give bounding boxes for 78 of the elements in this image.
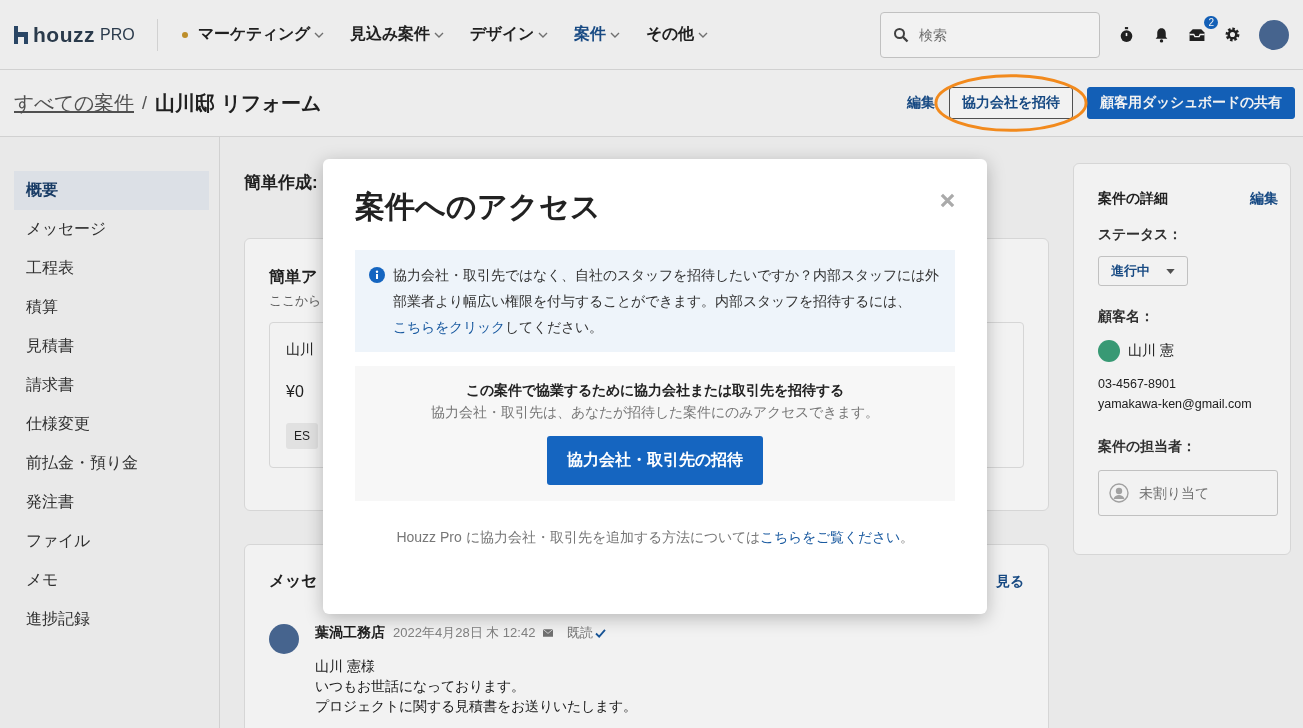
help-link[interactable]: こちらをご覧ください (759, 529, 900, 545)
search-field[interactable]: 検索 (880, 11, 1100, 58)
card-subtitle: ここから (269, 292, 321, 310)
staff-invite-link[interactable]: こちらをクリック (393, 319, 505, 335)
share-dashboard-button[interactable]: 顧客用ダッシュボードの共有 (1087, 87, 1295, 119)
edit-link[interactable]: 編集 (907, 94, 935, 112)
nav-menu-item[interactable]: その他 (645, 24, 708, 45)
invite-description: 協力会社・取引先は、あなたが招待した案件にのみアクセスできます。 (431, 404, 879, 422)
logo[interactable]: houzz PRO (14, 18, 158, 51)
invite-button[interactable]: 協力会社を招待 (949, 87, 1073, 119)
email-address: yamakawa-ken@gmail.com (1098, 396, 1253, 413)
sender-name: 葉渦工務店 (315, 624, 385, 642)
sidebar-item[interactable]: 進捗記録 (14, 600, 209, 639)
settings-icon[interactable] (1224, 26, 1241, 43)
person-icon (1109, 483, 1129, 503)
amount-text: ¥0 (286, 383, 304, 401)
message-text: いつもお世話になっております。 (315, 677, 526, 696)
inbox-icon[interactable] (1188, 26, 1206, 43)
info-text: 協力会社・取引先ではなく、自社のスタッフを招待したいですか？内部スタッフには外部業者より幅広い権限を付与することができます。内部スタッフを招待するには、 こちらをクリック してください。 (393, 266, 940, 337)
card-title: メッセ (269, 571, 317, 591)
edit-link[interactable]: 編集 (1250, 190, 1278, 208)
nav-menu-item[interactable]: デザイン (469, 24, 548, 45)
breadcrumb-separator: / (142, 92, 147, 114)
sidebar-item[interactable]: ファイル (14, 522, 209, 561)
invite-partner-button[interactable]: 協力会社・取引先の招待 (547, 436, 763, 485)
panel-title: 案件の詳細 (1098, 190, 1168, 208)
sidebar-item[interactable]: 発注書 (14, 483, 209, 522)
search-input[interactable]: 検索 (917, 25, 1071, 44)
message-text: 山川 憲様 (315, 657, 376, 676)
nav-menu-item[interactable]: 案件 (573, 24, 620, 45)
project-name: 山川 (286, 341, 314, 359)
card-title: 簡単ア (269, 267, 317, 287)
bell-icon[interactable] (1153, 26, 1170, 43)
chevron-down-icon (609, 31, 620, 38)
message-date: 2022年4月28日 木 12:42 (393, 624, 536, 642)
read-status: 既読 (567, 624, 594, 642)
envelope-icon (543, 629, 554, 637)
help-text: Houzz Pro に協力会社・取引先を追加する方法については こちらをご覧ください。 (395, 529, 915, 547)
status-dropdown[interactable]: 進行中 (1098, 256, 1188, 286)
field-label: 案件の担当者： (1098, 438, 1197, 456)
chevron-down-icon (433, 31, 444, 38)
search-icon (893, 26, 909, 43)
nav-menu-item[interactable]: マーケティング (181, 24, 324, 45)
view-link[interactable]: 見る (996, 572, 1024, 591)
client-avatar (1098, 340, 1120, 362)
sidebar-item[interactable]: 前払金・預り金 (14, 444, 209, 483)
chevron-down-icon (537, 31, 548, 38)
stopwatch-icon[interactable] (1118, 26, 1135, 43)
assignee-dropdown[interactable]: 未割り当て (1098, 470, 1278, 516)
nav-menu-item[interactable]: 見込み案件 (349, 24, 444, 45)
breadcrumb-link[interactable]: すべての案件 (14, 89, 134, 117)
sidebar-item[interactable]: 積算 (14, 288, 209, 327)
sender-avatar (269, 624, 299, 654)
page-title: 山川邸 リフォーム (155, 90, 321, 116)
assignee-input[interactable]: 未割り当て (1137, 484, 1261, 502)
invite-heading: この案件で協業するために協力会社または取引先を招待する (466, 382, 844, 400)
client-name: 山川 憲 (1128, 342, 1174, 360)
sidebar-item[interactable]: 請求書 (14, 366, 209, 405)
info-icon (369, 267, 385, 283)
section-heading: 簡単作成: (244, 172, 319, 194)
house-icon (14, 25, 28, 44)
message-text: プロジェクトに関する見積書をお送りいたします。 (315, 697, 637, 716)
sidebar-item[interactable]: メッセージ (14, 210, 209, 249)
tag: ES (286, 423, 318, 449)
sidebar-item[interactable]: 概要 (14, 171, 209, 210)
caret-icon (1166, 268, 1175, 274)
field-label: 顧客名： (1098, 308, 1155, 326)
sidebar-item[interactable]: 仕様変更 (14, 405, 209, 444)
notification-badge: 2 (1204, 16, 1218, 29)
chevron-down-icon (313, 31, 324, 38)
user-avatar[interactable] (1259, 19, 1289, 50)
sidebar-item[interactable]: メモ (14, 561, 209, 600)
field-label: ステータス： (1098, 226, 1183, 244)
sidebar-item[interactable]: 工程表 (14, 249, 209, 288)
phone-number: 03-4567-8901 (1098, 376, 1177, 393)
dialog-title: 案件へのアクセス (355, 189, 601, 225)
sidebar-item[interactable]: 見積書 (14, 327, 209, 366)
chevron-down-icon (697, 31, 708, 38)
